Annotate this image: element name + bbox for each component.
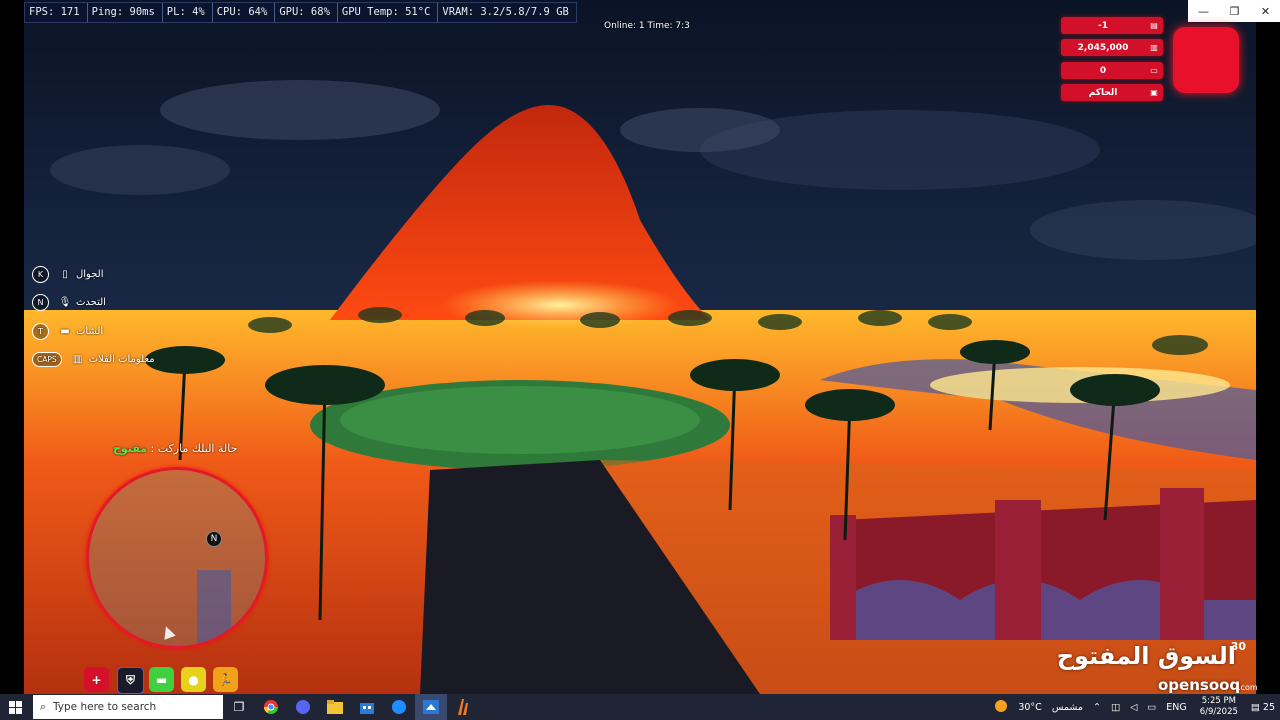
- stats-icon: ▥: [72, 353, 83, 365]
- store-logo: [360, 703, 374, 714]
- discord-logo: [296, 700, 310, 714]
- app-logo: [423, 700, 439, 714]
- system-tray: 30°C مشمس ⌃ ◫ ◁ ▭ ENG 5:25 PM 6/9/2025 ▤…: [989, 694, 1280, 720]
- packet-loss-readout: PL: 4%: [163, 3, 213, 22]
- fivem-icon[interactable]: [447, 694, 479, 720]
- hotkey-label: الجوال: [76, 268, 104, 280]
- notification-count: 25: [1262, 701, 1275, 713]
- key-n: N: [32, 293, 49, 311]
- clock-time: 5:25 PM: [1201, 696, 1236, 706]
- close-button[interactable]: ✕: [1250, 0, 1280, 22]
- stat-job-title: الحاكم ▣: [1061, 84, 1163, 101]
- phone-icon: ▯: [62, 268, 68, 280]
- gpu-temp-readout: GPU Temp: 51°C: [338, 3, 439, 22]
- stat-value: 2,045,000: [1077, 42, 1129, 53]
- notification-icon[interactable]: ▤ 25: [1246, 702, 1280, 713]
- volume-icon[interactable]: ◁: [1125, 702, 1142, 713]
- windows-icon: [9, 700, 22, 714]
- watermark-arabic: السوق المفتوح: [1056, 642, 1236, 670]
- opensooq-watermark: السوق المفتوح 30 opensooq .com: [1057, 640, 1260, 694]
- clock[interactable]: 5:25 PM 6/9/2025: [1192, 696, 1246, 718]
- performance-bar: FPS: 171 Ping: 90ms PL: 4% CPU: 64% GPU:…: [24, 2, 577, 23]
- stat-job-id: -1 ▤: [1061, 17, 1163, 34]
- watermark-number: 30: [1230, 640, 1246, 653]
- chrome-logo: [264, 700, 278, 714]
- task-view-icon[interactable]: ❐: [223, 694, 255, 720]
- weather-temp[interactable]: 30°C: [1013, 702, 1046, 713]
- language-indicator[interactable]: ENG: [1161, 702, 1191, 713]
- hotkey-label: التحدث: [76, 296, 106, 308]
- search-icon: ⌕: [39, 700, 47, 713]
- search-placeholder: Type here to search: [53, 701, 157, 713]
- sun-icon: [995, 699, 1008, 712]
- bank-icon: ▥: [1150, 43, 1158, 52]
- online-status: Online: 1 Time: 7:3: [604, 21, 690, 31]
- hotkey-info[interactable]: CAPS ▥ معلومات الفلات: [32, 350, 155, 368]
- clock-date: 6/9/2025: [1199, 707, 1238, 717]
- hunger-icon: ▬: [149, 667, 174, 692]
- stat-value: الحاكم: [1088, 87, 1118, 98]
- hotkey-phone[interactable]: K ▯ الجوال: [32, 265, 104, 283]
- hotkey-chat[interactable]: T ▬ الشات: [32, 322, 103, 340]
- messenger-logo: [392, 700, 406, 714]
- minimap-road: [197, 570, 231, 646]
- fps-readout: FPS: 171: [25, 3, 88, 22]
- key-k: K: [32, 265, 49, 283]
- start-button[interactable]: [0, 694, 31, 720]
- server-logo: [1173, 27, 1239, 93]
- briefcase-icon: ▣: [1150, 88, 1158, 97]
- folder-logo: [327, 700, 343, 714]
- thirst-icon: ●: [181, 667, 206, 692]
- black-market-label: حالة البلك ماركت :: [150, 442, 238, 455]
- store-icon[interactable]: [351, 694, 383, 720]
- file-explorer-icon[interactable]: [319, 694, 351, 720]
- armor-icon: ⛨: [117, 667, 144, 694]
- messenger-icon[interactable]: [383, 694, 415, 720]
- keyboard-icon[interactable]: ▭: [1142, 702, 1161, 713]
- discord-icon[interactable]: [287, 694, 319, 720]
- minimize-button[interactable]: —: [1188, 0, 1219, 22]
- maximize-button[interactable]: ❐: [1219, 0, 1250, 22]
- hotkey-label: معلومات الفلات: [88, 353, 155, 365]
- network-icon[interactable]: ◫: [1106, 702, 1125, 713]
- watermark-domain: .com: [1238, 683, 1258, 692]
- black-market-status: حالة البلك ماركت : مفتوح: [113, 442, 237, 455]
- fivem-logo: [458, 699, 468, 715]
- weather-icon: [989, 699, 1013, 716]
- chrome-icon[interactable]: [255, 694, 287, 720]
- key-caps: CAPS: [32, 351, 62, 367]
- health-icon: +: [84, 667, 109, 692]
- chevron-up-icon[interactable]: ⌃: [1088, 702, 1106, 713]
- chat-icon: ▬: [60, 325, 70, 337]
- ping-readout: Ping: 90ms: [88, 3, 163, 22]
- stat-cash: 0 ▭: [1061, 62, 1163, 79]
- vram-readout: VRAM: 3.2/5.8/7.9 GB: [442, 6, 569, 18]
- wallet-icon: ▭: [1150, 66, 1158, 75]
- stat-value: 0: [1099, 65, 1107, 76]
- taskbar: ⌕ Type here to search ❐ 30°C مشمس ⌃ ◫ ◁ …: [0, 694, 1280, 720]
- hotkey-label: الشات: [76, 325, 104, 337]
- watermark-latin: opensooq: [1158, 676, 1241, 694]
- stamina-icon: 🏃: [213, 667, 238, 692]
- weather-label[interactable]: مشمس: [1047, 702, 1088, 713]
- id-card-icon: ▤: [1150, 21, 1158, 30]
- taskbar-search[interactable]: ⌕ Type here to search: [33, 695, 223, 719]
- black-market-value: مفتوح: [113, 442, 148, 455]
- hotkey-talk[interactable]: N 🎙 التحدث: [32, 293, 106, 311]
- minimap: [86, 467, 268, 649]
- key-t: T: [32, 322, 49, 340]
- cpu-readout: CPU: 64%: [213, 3, 276, 22]
- microphone-icon: 🎙: [58, 296, 72, 308]
- active-app-icon[interactable]: [415, 694, 447, 720]
- north-indicator: N: [206, 531, 222, 547]
- gpu-readout: GPU: 68%: [275, 3, 338, 22]
- stat-bank: 2,045,000 ▥: [1061, 39, 1163, 56]
- stat-value: -1: [1098, 20, 1108, 31]
